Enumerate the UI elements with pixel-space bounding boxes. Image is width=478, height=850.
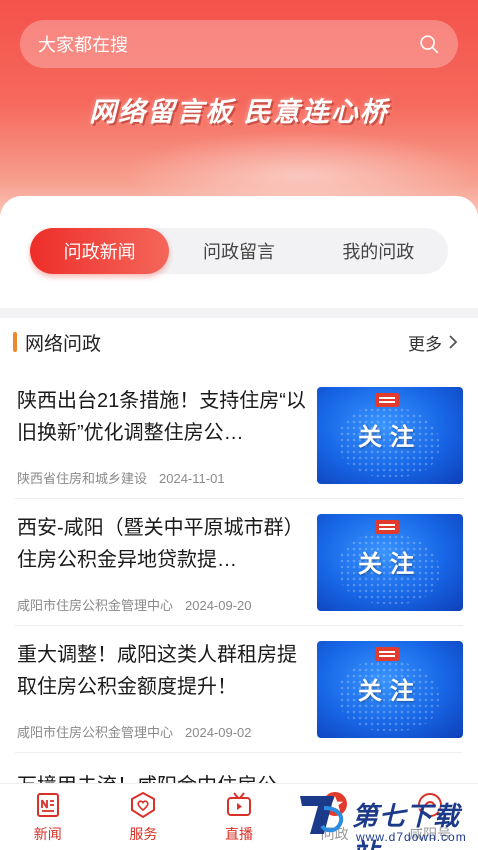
tab-my-politics[interactable]: 我的问政 — [309, 228, 448, 274]
tab-politics-news[interactable]: 问政新闻 — [30, 228, 170, 274]
nav-label[interactable]: 新闻 — [34, 824, 62, 844]
news-item-partial[interactable]: 万境甲去流！咸阳金中住房公 — [15, 763, 463, 783]
thumb-badge — [375, 647, 399, 661]
live-tv-icon[interactable] — [224, 790, 254, 820]
news-meta: 咸阳市住房公积金管理中心 2024-09-20 — [17, 595, 252, 614]
news-icon[interactable] — [33, 790, 63, 820]
nav-label[interactable]: 问政 — [321, 824, 349, 844]
news-source: 咸阳市住房公积金管理中心 — [17, 725, 174, 740]
news-title[interactable]: 西安-咸阳（暨关中平原城市群）住房公积金异地贷款提… — [17, 512, 307, 576]
more-label[interactable]: 更多 — [408, 330, 442, 355]
news-item[interactable]: 重大调整！咸阳这类人群租房提取住房公积金额度提升！ 咸阳市住房公积金管理中心 20… — [15, 626, 463, 753]
news-title[interactable]: 重大调整！咸阳这类人群租房提取住房公积金额度提升！ — [17, 639, 307, 703]
section-divider — [0, 308, 478, 318]
more-link[interactable]: 更多 — [408, 330, 458, 355]
search-icon[interactable] — [418, 33, 440, 55]
news-meta: 咸阳市住房公积金管理中心 2024-09-02 — [17, 722, 252, 741]
nav-item-politics[interactable]: 问政 — [287, 784, 383, 850]
news-date: 2024-09-20 — [185, 598, 252, 613]
hero-slogan: 网络留言板 民意连心桥 — [89, 97, 389, 127]
section-header: 网络问政 更多 — [0, 318, 478, 366]
news-item[interactable]: 西安-咸阳（暨关中平原城市群）住房公积金异地贷款提… 咸阳市住房公积金管理中心 2… — [15, 499, 463, 626]
search-bar[interactable]: 大家都在搜 — [20, 20, 458, 68]
star-icon[interactable] — [320, 790, 350, 820]
news-date: 2024-09-02 — [185, 725, 252, 740]
nav-item-news[interactable]: 新闻 — [0, 784, 96, 850]
service-icon[interactable] — [128, 790, 158, 820]
news-title[interactable]: 万境甲去流！咸阳金中住房公 — [17, 769, 277, 783]
tab-panel: 问政新闻 问政留言 我的问政 — [0, 196, 478, 308]
section-accent-bar — [13, 332, 17, 352]
thumb-text: 关注 — [358, 424, 422, 451]
chevron-right-icon[interactable] — [448, 334, 458, 350]
account-icon[interactable] — [415, 790, 445, 820]
nav-item-account[interactable]: 咸阳号 — [382, 784, 478, 850]
section-title: 网络问政 — [25, 333, 102, 355]
news-thumbnail[interactable]: 关注 — [317, 387, 463, 484]
nav-label[interactable]: 服务 — [129, 824, 157, 844]
news-item[interactable]: 陕西出台21条措施！支持住房“以旧换新”优化调整住房公… 陕西省住房和城乡建设 2… — [15, 372, 463, 499]
news-meta: 陕西省住房和城乡建设 2024-11-01 — [17, 468, 225, 487]
thumb-badge — [375, 393, 399, 407]
news-date: 2024-11-01 — [159, 471, 225, 486]
thumb-badge — [375, 520, 399, 534]
nav-item-live[interactable]: 直播 — [191, 784, 287, 850]
news-title[interactable]: 陕西出台21条措施！支持住房“以旧换新”优化调整住房公… — [17, 385, 307, 449]
thumb-text: 关注 — [358, 551, 422, 578]
tab-politics-messages[interactable]: 问政留言 — [169, 228, 308, 274]
nav-item-service[interactable]: 服务 — [96, 784, 192, 850]
nav-label[interactable]: 直播 — [225, 824, 253, 844]
thumb-text: 关注 — [358, 678, 422, 705]
news-source: 咸阳市住房公积金管理中心 — [17, 598, 174, 613]
news-thumbnail[interactable]: 关注 — [317, 514, 463, 611]
news-source: 陕西省住房和城乡建设 — [17, 471, 148, 486]
news-thumbnail[interactable]: 关注 — [317, 641, 463, 738]
search-placeholder[interactable]: 大家都在搜 — [38, 31, 418, 57]
bottom-nav: 新闻 服务 直播 问政 咸阳号 — [0, 783, 478, 850]
tab-bar: 问政新闻 问政留言 我的问政 — [30, 228, 448, 274]
news-list: 陕西出台21条措施！支持住房“以旧换新”优化调整住房公… 陕西省住房和城乡建设 2… — [0, 372, 478, 753]
nav-label[interactable]: 咸阳号 — [409, 824, 451, 844]
